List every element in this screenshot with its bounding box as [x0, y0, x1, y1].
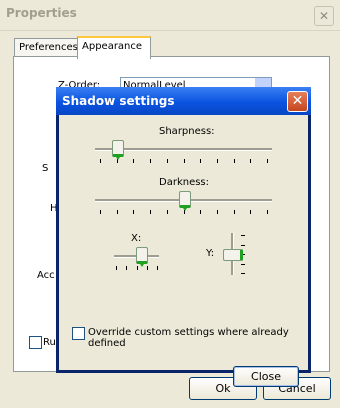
tab-appearance-label: Appearance — [82, 41, 143, 52]
slider-tick — [147, 266, 148, 270]
override-checkbox[interactable] — [72, 327, 85, 340]
dialog-title: Shadow settings — [62, 94, 175, 108]
close-button[interactable]: Close — [233, 366, 299, 387]
slider-tick — [184, 159, 185, 163]
window-title: Properties — [6, 6, 77, 20]
slider-tick — [200, 210, 201, 214]
run-checkbox[interactable] — [29, 336, 42, 349]
slider-tick — [217, 159, 218, 163]
slider-tick — [167, 159, 168, 163]
slider-tick — [267, 159, 268, 163]
slider-tick — [241, 273, 245, 274]
slider-tick — [133, 210, 134, 214]
slider-tick — [150, 210, 151, 214]
window-close-button[interactable]: ✕ — [314, 6, 334, 26]
slider-tick — [126, 266, 127, 270]
slider-tick — [116, 266, 117, 270]
y-slider-thumb[interactable] — [223, 249, 243, 261]
title-bar: Properties ✕ — [0, 0, 340, 31]
dialog-close-icon[interactable]: ✕ — [287, 91, 308, 112]
slider-tick — [241, 245, 245, 246]
x-label: X: — [131, 233, 142, 244]
override-checkbox-label: Override custom settings where already d… — [88, 327, 289, 349]
slider-tick — [241, 235, 245, 236]
slider-tick — [250, 210, 251, 214]
darkness-label: Darkness: — [159, 177, 210, 188]
tab-preferences-label: Preferences — [19, 42, 78, 53]
slider-tick — [150, 159, 151, 163]
darkness-slider-thumb[interactable] — [178, 191, 191, 211]
partial-label-acc: Acc — [37, 270, 55, 281]
slider-tick — [250, 159, 251, 163]
sharpness-slider-thumb[interactable] — [111, 140, 124, 160]
slider-tick — [234, 210, 235, 214]
dialog-body: Sharpness: Darkness: X: Y: Override cust… — [59, 115, 308, 387]
slider-tick — [217, 210, 218, 214]
slider-tick — [241, 264, 245, 265]
slider-tick — [200, 159, 201, 163]
y-label: Y: — [206, 248, 215, 259]
slider-tick — [157, 266, 158, 270]
slider-tick — [100, 210, 101, 214]
dialog-title-bar: Shadow settings ✕ — [56, 87, 311, 115]
sharpness-label: Sharpness: — [159, 126, 215, 137]
shadow-settings-dialog: Shadow settings ✕ Sharpness: Darkness: X… — [56, 87, 311, 387]
tab-preferences[interactable]: Preferences — [14, 38, 85, 57]
slider-tick — [133, 159, 134, 163]
partial-label-s: S — [42, 163, 49, 174]
slider-tick — [267, 210, 268, 214]
slider-tick — [117, 210, 118, 214]
slider-tick — [234, 159, 235, 163]
slider-tick — [167, 210, 168, 214]
tab-appearance[interactable]: Appearance — [77, 36, 151, 59]
x-slider-thumb[interactable] — [135, 247, 148, 267]
slider-tick — [100, 159, 101, 163]
